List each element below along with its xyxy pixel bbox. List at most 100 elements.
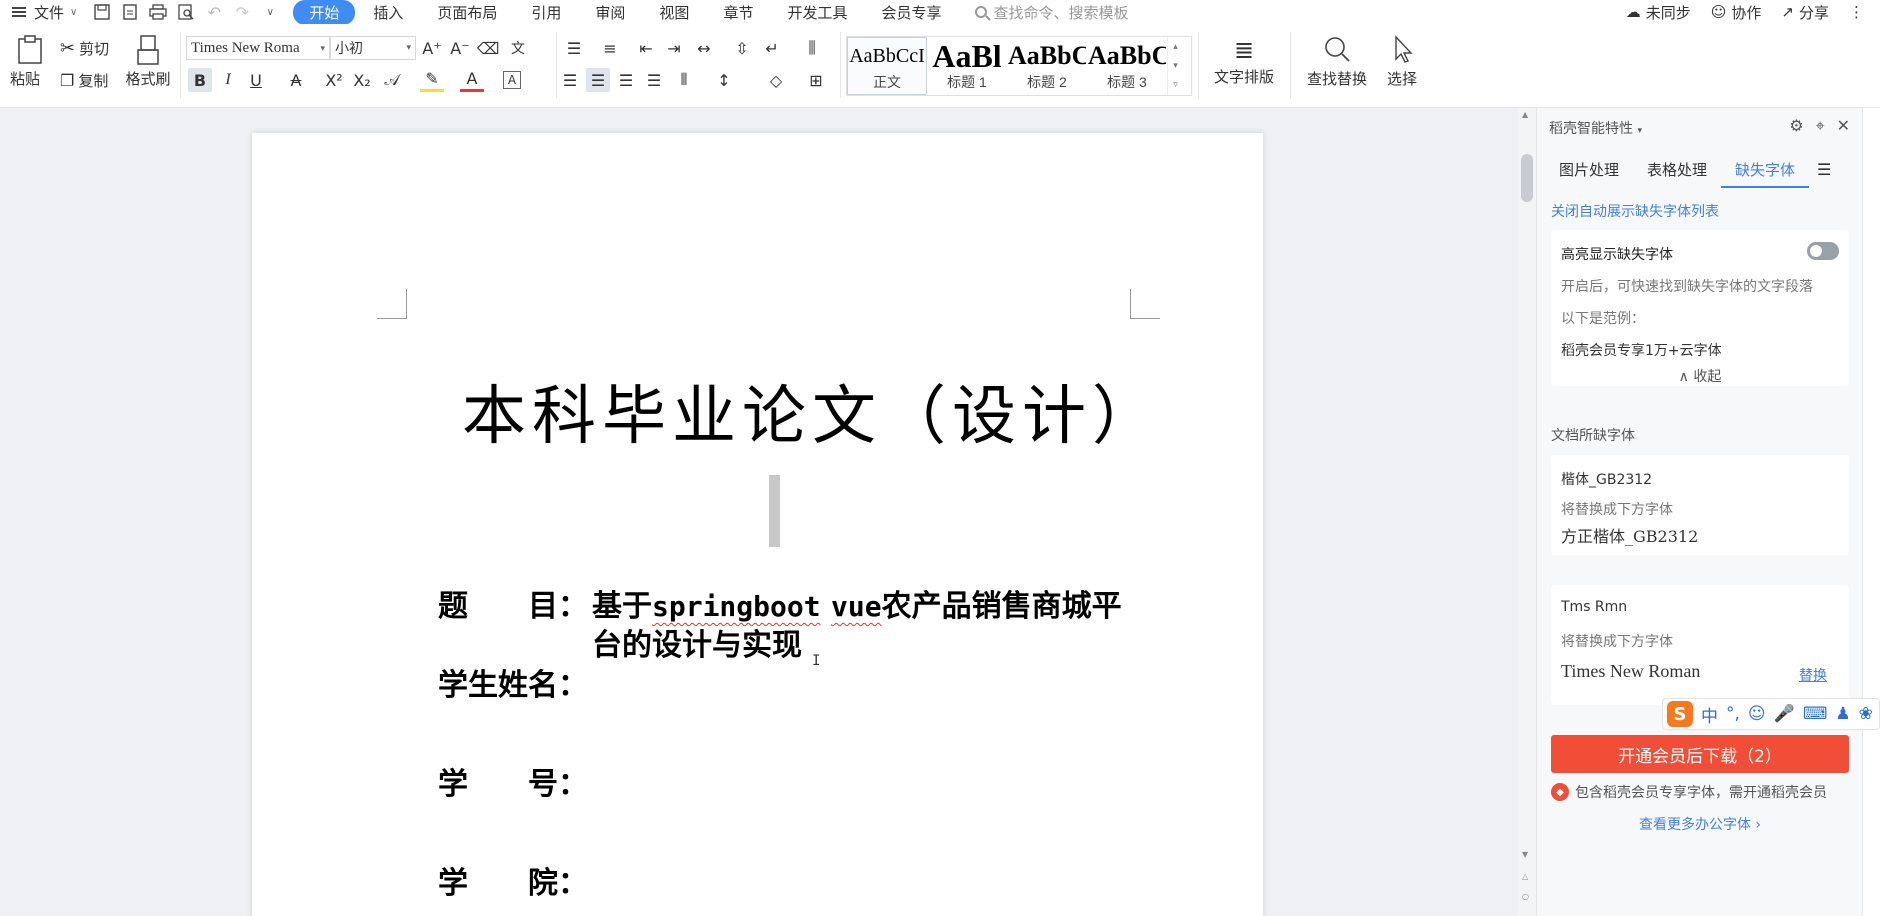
line-spacing-icon[interactable]: ↕ [712,68,736,92]
replace-link[interactable]: 替换 [1799,665,1827,685]
prev-page-icon[interactable]: △ [1522,872,1528,881]
style-heading-3[interactable]: AaBbC 标题 3 [1087,37,1167,95]
more-icon[interactable]: ⋮ [1849,3,1864,21]
copy-button[interactable]: ❐ 复制 [60,70,108,91]
find-replace-button[interactable]: 查找替换 [1300,34,1374,89]
numbered-list-icon[interactable]: ≡ [598,36,622,60]
missing-font-item[interactable]: Tms Rmn 将替换成下方字体 Times New Roman 替换 [1551,585,1849,705]
share-button[interactable]: ↗ 分享 [1781,2,1829,23]
bullet-list-icon[interactable]: ☰ [562,36,586,60]
emoji-icon[interactable]: ☺ [1748,704,1766,724]
tab-page-layout[interactable]: 页面布局 [421,0,513,25]
redo-icon[interactable]: ↷ [229,1,255,23]
tab-home[interactable]: 开始 [293,0,356,25]
text-layout-button[interactable]: ≣ 文字排版 [1206,34,1282,87]
cut-button[interactable]: ✂ 剪切 [60,38,109,59]
tab-member[interactable]: 会员专享 [865,0,957,25]
user-icon[interactable]: ♟ [1835,704,1850,724]
document-page[interactable]: 本科毕业论文（设计） 题 目： 基于springboot vue农产品销售商城平… [252,133,1263,916]
borders-icon[interactable]: ⊞ [804,68,828,92]
microphone-icon[interactable]: 🎤 [1774,704,1795,724]
document-area[interactable]: 本科毕业论文（设计） 题 目： 基于springboot vue农产品销售商城平… [0,108,1518,916]
college-label[interactable]: 学 院： [438,858,588,902]
document-scrollbar[interactable]: ▲ ▼ △ ○ [1518,108,1536,916]
ime-toolbar[interactable]: S 中 °, ☺ 🎤 ⌨ ♟ ❀ [1662,698,1880,730]
tab-developer[interactable]: 开发工具 [771,0,863,25]
shrink-font-icon[interactable]: A⁻ [448,36,472,60]
clear-format-icon[interactable]: ⌫ [476,36,500,60]
highlight-icon[interactable]: ✎ [420,68,444,92]
scrollbar-thumb[interactable] [1521,154,1533,202]
italic-icon[interactable]: I [216,68,240,92]
tab-image-processing[interactable]: 图片处理 [1545,152,1633,188]
topic-value[interactable]: 基于springboot vue农产品销售商城平 [592,581,1122,625]
font-size-select[interactable]: 小初 ▾ [330,36,416,60]
skin-icon[interactable]: ❀ [1859,704,1873,724]
strikethrough-icon[interactable]: A [284,68,308,92]
underline-icon[interactable]: U [244,68,268,92]
justify-icon[interactable]: ☰ [642,68,666,92]
undo-icon[interactable]: ↶ [201,1,227,23]
style-heading-1[interactable]: AaBl 标题 1 [927,37,1007,95]
tab-review[interactable]: 审阅 [579,0,641,25]
pin-icon[interactable]: ⌖ [1816,116,1825,136]
tab-insert[interactable]: 插入 [357,0,419,25]
student-id-label[interactable]: 学 号： [438,759,588,803]
scroll-down-icon[interactable]: ▼ [1522,850,1528,859]
scroll-up-icon[interactable]: ▲ [1522,110,1528,119]
sync-status[interactable]: ☁ 未同步 [1626,2,1691,23]
collaborate-button[interactable]: ☺ 协作 [1711,2,1762,23]
more-fonts-link[interactable]: 查看更多办公字体 › [1537,814,1863,834]
close-icon[interactable]: ✕ [1837,116,1850,136]
menu-icon[interactable] [12,6,28,18]
align-center-icon[interactable]: ☰ [586,68,610,92]
line-break-icon[interactable]: ↵ [760,36,784,60]
align-left-icon[interactable]: ☰ [558,68,582,92]
shading-icon[interactable]: ◇ [764,68,788,92]
topic-label[interactable]: 题 目： [438,581,588,625]
customize-toolbar-icon[interactable]: ∨ [257,1,283,23]
student-name-label[interactable]: 学生姓名： [438,660,588,704]
paste-button[interactable]: 粘贴 [10,34,50,89]
highlight-toggle[interactable] [1807,242,1839,260]
select-button[interactable]: 选择 [1380,34,1424,89]
document-title[interactable]: 本科毕业论文（设计） [462,365,1162,457]
panel-title[interactable]: 稻壳智能特性 ▾ [1549,118,1642,138]
print-preview-icon[interactable] [173,1,199,23]
pinyin-guide-icon[interactable]: 文 [506,36,530,60]
ime-punct[interactable]: °, [1726,704,1740,724]
decrease-indent-icon[interactable]: ⇤ [634,36,658,60]
close-auto-show-link[interactable]: 关闭自动展示缺失字体列表 [1551,201,1719,221]
tab-references[interactable]: 引用 [515,0,577,25]
tab-ruler-icon[interactable]: ⫼ [800,36,824,60]
keyboard-icon[interactable]: ⌨ [1803,704,1828,724]
download-with-membership-button[interactable]: 开通会员后下载（2） [1551,735,1849,773]
file-menu[interactable]: 文件 ∨ [34,2,77,23]
print-icon[interactable] [145,1,171,23]
tab-chapter[interactable]: 章节 [707,0,769,25]
browse-object-icon[interactable]: ○ [1522,892,1529,901]
ime-mode[interactable]: 中 [1701,702,1718,727]
font-color-icon[interactable]: A [460,68,484,92]
tab-missing-fonts[interactable]: 缺失字体 [1721,152,1810,188]
distribute-icon[interactable]: ⫴ [672,68,696,92]
settings-icon[interactable]: ⚙ [1789,116,1803,136]
increase-indent-icon[interactable]: ⇥ [662,36,686,60]
command-search[interactable]: 查找命令、搜索模板 [975,2,1129,23]
collapse-button[interactable]: ∧ 收起 [1551,366,1849,386]
panel-menu-icon[interactable]: ☰ [1809,152,1839,188]
gallery-scroll[interactable]: ▴ ▾ ▿ [1167,37,1183,95]
align-right-icon[interactable]: ☰ [614,68,638,92]
topic-value-line2[interactable]: 台的设计与实现 [592,620,802,664]
subscript-icon[interactable]: X₂ [350,68,374,92]
missing-font-item[interactable]: 楷体_GB2312 将替换成下方字体 方正楷体_GB2312 [1551,455,1849,555]
tab-view[interactable]: 视图 [643,0,705,25]
char-border-icon[interactable]: A [503,71,521,89]
superscript-icon[interactable]: X² [322,68,346,92]
style-heading-2[interactable]: AaBbC 标题 2 [1007,37,1087,95]
chinese-layout-icon[interactable]: ↔ [692,36,716,60]
font-name-select[interactable]: Times New Roma ▾ [186,36,330,60]
format-painter-button[interactable]: 格式刷 [124,34,172,89]
export-pdf-icon[interactable] [117,1,143,23]
bold-icon[interactable]: B [188,68,212,92]
